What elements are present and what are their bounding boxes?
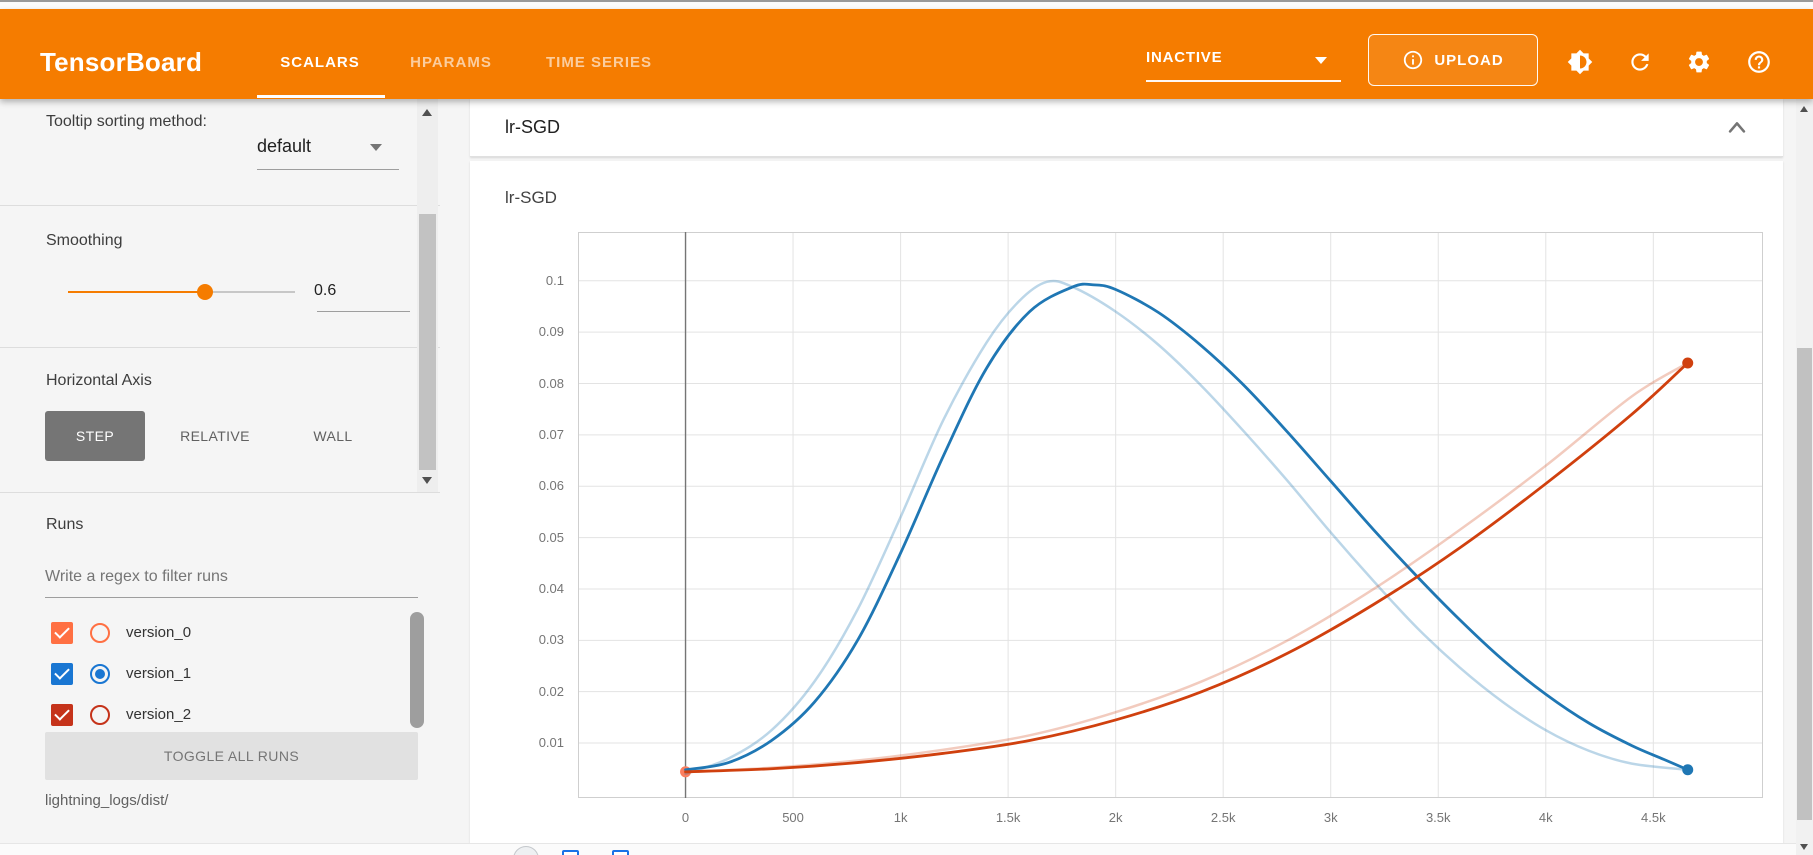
tab-time-series[interactable]: TIME SERIES [523,50,675,76]
bottom-edge-strip [0,843,1796,855]
smoothing-value-input[interactable] [314,279,410,303]
collapse-chevron-up-icon[interactable] [1722,113,1752,143]
upload-button-label: UPLOAD [1434,52,1503,69]
upload-button[interactable]: UPLOAD [1368,34,1538,86]
run-name: version_1 [126,665,191,682]
run-radio[interactable] [90,705,110,725]
run-checkbox[interactable] [51,704,73,726]
smoothing-input-underline [317,311,410,312]
smoothing-slider[interactable] [68,283,295,301]
run-row-version-0[interactable]: version_0 [45,612,405,653]
runs-filter-input[interactable] [45,563,418,591]
x-tick-label: 3k [1299,810,1363,825]
y-tick-label: 0.09 [470,324,564,339]
log-directory-path: lightning_logs/dist/ [45,792,168,809]
status-dropdown[interactable]: INACTIVE [1146,49,1341,83]
active-tab-underline [257,95,385,98]
refresh-icon[interactable] [1627,49,1653,75]
y-tick-label: 0.06 [470,478,564,493]
brightness-toggle-icon[interactable] [1567,49,1593,75]
tooltip-sorting-value: default [257,136,311,156]
chart-action-button-partial[interactable] [513,846,539,855]
run-radio[interactable] [90,664,110,684]
chart-toggle-button-partial[interactable] [562,850,579,855]
x-tick-label: 4.5k [1621,810,1685,825]
y-tick-label: 0.01 [470,735,564,750]
help-icon[interactable] [1746,49,1772,75]
sidebar-scrollbar[interactable] [417,99,438,492]
settings-gear-icon[interactable] [1686,49,1712,75]
divider [0,492,440,493]
x-tick-label: 3.5k [1406,810,1470,825]
tooltip-sorting-label: Tooltip sorting method: [46,110,221,133]
run-radio[interactable] [90,623,110,643]
status-dropdown-underline [1146,80,1341,82]
run-row-version-2[interactable]: version_2 [45,694,405,735]
y-tick-label: 0.03 [470,632,564,647]
scrollbar-thumb[interactable] [419,214,436,470]
y-tick-label: 0.04 [470,581,564,596]
slider-fill [68,291,205,293]
runs-label: Runs [46,516,83,534]
run-checkbox[interactable] [51,622,73,644]
chart-title: lr-SGD [505,188,557,208]
axis-option-step[interactable]: STEP [45,411,145,461]
divider [0,205,440,206]
y-tick-label: 0.08 [470,376,564,391]
scroll-up-arrow-icon[interactable] [1800,106,1808,112]
runs-list-scrollbar[interactable] [410,612,424,728]
y-tick-label: 0.1 [470,273,564,288]
axis-option-relative[interactable]: RELATIVE [165,411,265,461]
toggle-all-runs-button[interactable]: TOGGLE ALL RUNS [45,732,418,780]
app-logo: TensorBoard [40,47,202,78]
tab-hparams[interactable]: HPARAMS [391,50,511,76]
tab-scalars[interactable]: SCALARS [255,50,385,76]
run-name: version_0 [126,624,191,641]
slider-thumb[interactable] [197,284,213,300]
x-tick-label: 2k [1084,810,1148,825]
scalar-group-title: lr-SGD [505,117,560,138]
run-name: version_2 [126,706,191,723]
chevron-down-icon [1315,57,1327,64]
chart-toggle-button-partial[interactable] [612,850,629,855]
y-tick-label: 0.07 [470,427,564,442]
app-header: TensorBoard SCALARS HPARAMS TIME SERIES … [0,9,1813,99]
scroll-down-arrow-icon[interactable] [1800,844,1808,850]
horizontal-axis-label: Horizontal Axis [46,372,152,390]
line-chart-plot-area[interactable] [578,232,1763,798]
x-tick-label: 500 [761,810,825,825]
scrollbar-thumb[interactable] [1797,348,1812,820]
dropdown-underline [257,169,399,170]
chevron-down-icon [370,144,382,151]
status-dropdown-value: INACTIVE [1146,49,1222,66]
smoothing-label: Smoothing [46,232,123,250]
window-top-edge [0,0,1813,9]
tensorboard-window: TensorBoard SCALARS HPARAMS TIME SERIES … [0,0,1813,855]
x-tick-label: 1.5k [976,810,1040,825]
scroll-down-arrow-icon[interactable] [422,477,432,484]
axis-option-wall[interactable]: WALL [285,411,381,461]
info-icon [1402,49,1424,71]
y-tick-label: 0.02 [470,684,564,699]
divider [0,347,440,348]
scroll-up-arrow-icon[interactable] [422,109,432,116]
tooltip-sorting-dropdown[interactable]: default [257,136,399,172]
runs-filter-underline [45,597,418,598]
x-tick-label: 0 [654,810,718,825]
run-checkbox[interactable] [51,663,73,685]
run-row-version-1[interactable]: version_1 [45,653,405,694]
x-tick-label: 2.5k [1191,810,1255,825]
page-scrollbar[interactable] [1796,99,1813,855]
scalar-group-header[interactable]: lr-SGD [470,99,1783,157]
x-tick-label: 1k [869,810,933,825]
x-tick-label: 4k [1514,810,1578,825]
y-tick-label: 0.05 [470,530,564,545]
